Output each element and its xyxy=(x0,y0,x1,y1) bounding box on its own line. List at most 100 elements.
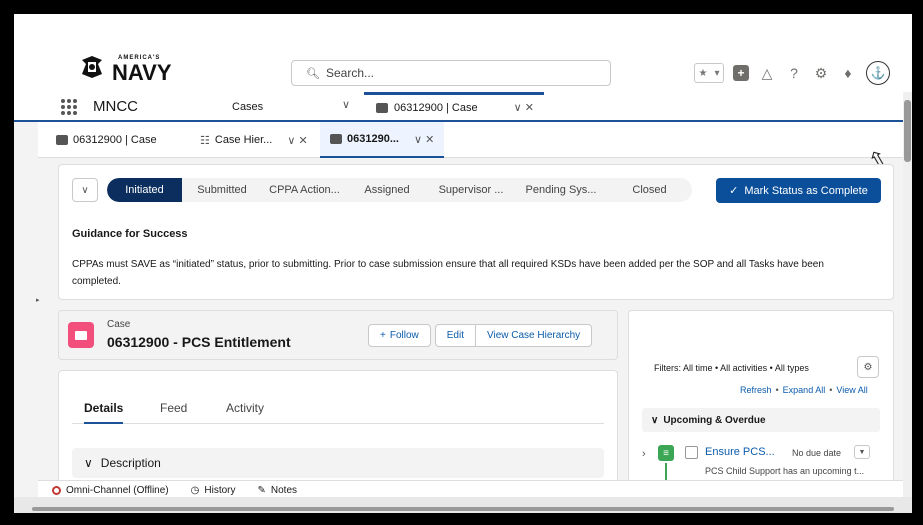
path-step-supervisor[interactable]: Supervisor ... xyxy=(427,178,515,202)
logo-text: NAVY xyxy=(112,60,172,82)
tab-feed[interactable]: Feed xyxy=(160,401,187,415)
hierarchy-icon: ☷ xyxy=(200,134,210,147)
gear-icon[interactable]: ⚙ xyxy=(812,64,830,82)
close-icon[interactable]: ∨ ✕ xyxy=(287,134,307,147)
activity-filters: Filters: All time • All activities • All… xyxy=(654,363,809,373)
timeline-line xyxy=(665,463,667,481)
view-case-hierarchy-button[interactable]: View Case Hierarchy xyxy=(475,324,593,347)
history-item[interactable]: ◷ History xyxy=(191,485,236,496)
refresh-link[interactable]: Refresh xyxy=(740,385,772,395)
path-step-label: Initiated xyxy=(125,184,164,196)
chevron-down-icon[interactable]: ▼ xyxy=(854,445,870,459)
star-icon: ★ xyxy=(698,67,708,79)
case-icon xyxy=(56,135,68,145)
view-all-link[interactable]: View All xyxy=(836,385,867,395)
path-step-closed[interactable]: Closed xyxy=(607,178,692,202)
status-path: Initiated Submitted CPPA Action... Assig… xyxy=(107,178,692,202)
task-item: › ≡ Ensure PCS... No due date ▼ PCS Chil… xyxy=(642,443,882,483)
nav-tab-case[interactable]: 06312900 | Case ∨ ✕ xyxy=(364,92,544,120)
case-actions: + Follow Edit View Case Hierarchy xyxy=(368,324,593,347)
chevron-down-icon[interactable]: ∨ xyxy=(72,178,98,202)
sidebar-toggle-icon[interactable]: ▸ xyxy=(36,296,40,304)
case-icon xyxy=(68,322,94,348)
task-checkbox[interactable] xyxy=(685,446,698,459)
path-step-submitted[interactable]: Submitted xyxy=(182,178,262,202)
notes-label: Notes xyxy=(270,485,298,496)
edit-label: Edit xyxy=(446,330,464,341)
plus-icon: + xyxy=(380,330,386,341)
guidance-text: CPPAs must SAVE as “initiated” status, p… xyxy=(72,259,824,287)
workspace-subtabs: 06312900 | Case ☷ Case Hier... ∨ ✕ 06312… xyxy=(38,122,912,158)
browser-frame: AMERICA'S NAVY 🔍︎ Search... ★ ▾ + △ ? ⚙ ♦… xyxy=(14,14,912,513)
avatar[interactable]: ⚓ xyxy=(866,61,890,85)
favorites-button[interactable]: ★ ▾ xyxy=(694,63,724,83)
horizontal-scrollbar[interactable] xyxy=(14,497,912,513)
task-link[interactable]: Ensure PCS... xyxy=(705,446,775,458)
history-label: History xyxy=(204,485,236,496)
path-step-assigned[interactable]: Assigned xyxy=(347,178,427,202)
search-icon: 🔍︎ xyxy=(306,67,320,80)
follow-label: Follow xyxy=(389,330,419,341)
follow-button[interactable]: + Follow xyxy=(368,324,431,347)
subtab-case-hierarchy[interactable]: ☷ Case Hier... ∨ ✕ xyxy=(200,122,308,158)
record-type-label: Case xyxy=(107,319,131,330)
notes-item[interactable]: ✎ Notes xyxy=(258,485,298,496)
subtab-active-case[interactable]: 0631290... ∨ ✕ xyxy=(320,122,445,158)
tab-details[interactable]: Details xyxy=(84,401,124,424)
scrollbar-thumb[interactable] xyxy=(904,100,911,162)
path-step-label: Pending Sys... xyxy=(525,184,597,196)
nav-item-cases[interactable]: Cases xyxy=(232,101,263,113)
task-description: PCS Child Support has an upcoming t... xyxy=(705,466,865,476)
description-section-toggle[interactable]: ∨ Description xyxy=(72,448,604,478)
check-icon: ✓ xyxy=(729,185,739,197)
page-title: 06312900 - PCS Entitlement xyxy=(107,334,291,350)
app-name: MNCC xyxy=(93,98,138,115)
app-navbar: MNCC Cases ∨ 06312900 | Case ∨ ✕ xyxy=(14,92,912,122)
section-label: Upcoming & Overdue xyxy=(663,414,766,426)
help-icon[interactable]: ? xyxy=(785,64,803,82)
notes-icon: ✎ xyxy=(257,485,266,496)
scrollbar-thumb[interactable] xyxy=(32,507,894,511)
path-step-cppa-action[interactable]: CPPA Action... xyxy=(262,178,347,202)
record-tabs: Details Feed Activity xyxy=(72,396,604,424)
mark-button-label: Mark Status as Complete xyxy=(744,184,868,197)
case-icon xyxy=(376,102,388,113)
case-icon xyxy=(330,134,342,144)
guidance-title: Guidance for Success xyxy=(72,228,188,240)
global-actions-icon[interactable]: + xyxy=(733,65,749,81)
upcoming-overdue-section[interactable]: ∨ Upcoming & Overdue xyxy=(642,408,880,432)
global-search-input[interactable]: 🔍︎ Search... xyxy=(291,60,611,86)
path-step-label: Supervisor ... xyxy=(438,184,504,196)
path-step-pending[interactable]: Pending Sys... xyxy=(515,178,607,202)
trailhead-icon[interactable]: △ xyxy=(758,64,776,82)
subtab-label: 0631290... xyxy=(347,133,399,145)
hierarchy-label: View Case Hierarchy xyxy=(486,330,581,341)
chevron-down-icon[interactable]: ∨ xyxy=(342,98,350,111)
tab-controls[interactable]: ∨ ✕ xyxy=(514,101,534,114)
app-launcher-icon[interactable] xyxy=(61,99,77,115)
vertical-scrollbar[interactable] xyxy=(903,92,912,497)
close-icon[interactable]: ∨ ✕ xyxy=(414,133,434,146)
path-step-initiated[interactable]: Initiated xyxy=(107,178,182,202)
activity-links: Refresh • Expand All • View All xyxy=(740,385,868,395)
bell-icon[interactable]: ♦ xyxy=(839,64,857,82)
header-actions: ★ ▾ + △ ? ⚙ ♦ ⚓ xyxy=(694,60,890,86)
chevron-down-icon: ∨ xyxy=(651,414,659,426)
status-offline-icon xyxy=(52,486,61,495)
omni-channel-item[interactable]: Omni-Channel (Offline) xyxy=(52,485,169,496)
chevron-down-icon: ∨ xyxy=(84,456,93,470)
expand-all-link[interactable]: Expand All xyxy=(783,385,826,395)
mark-status-complete-button[interactable]: ✓ Mark Status as Complete xyxy=(716,178,881,203)
task-icon: ≡ xyxy=(658,445,674,461)
navy-logo[interactable]: AMERICA'S NAVY xyxy=(78,52,198,82)
nav-tab-label: 06312900 | Case xyxy=(394,101,478,114)
history-icon: ◷ xyxy=(190,485,200,496)
omni-label: Omni-Channel (Offline) xyxy=(66,485,169,496)
edit-button[interactable]: Edit xyxy=(434,324,476,347)
chevron-right-icon[interactable]: › xyxy=(642,448,646,460)
section-label: Description xyxy=(100,456,161,470)
subtab-case[interactable]: 06312900 | Case xyxy=(56,122,157,158)
tab-activity[interactable]: Activity xyxy=(226,401,264,415)
gear-icon[interactable]: ⚙ xyxy=(857,356,879,378)
search-placeholder: Search... xyxy=(325,66,374,80)
